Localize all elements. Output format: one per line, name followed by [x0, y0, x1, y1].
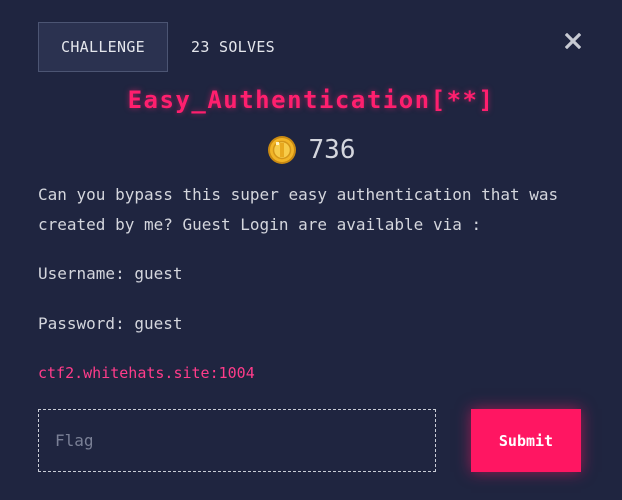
- tab-challenge[interactable]: CHALLENGE: [38, 22, 168, 72]
- challenge-modal: CHALLENGE 23 SOLVES Easy_Authentication[…: [0, 0, 622, 500]
- points-value: 736: [308, 135, 356, 165]
- challenge-link[interactable]: ctf2.whitehats.site:1004: [38, 364, 255, 382]
- challenge-points: 736: [0, 132, 622, 168]
- username-line: Username: guest: [38, 264, 183, 283]
- tab-challenge-label: CHALLENGE: [61, 38, 145, 56]
- password-line: Password: guest: [38, 314, 183, 333]
- close-button[interactable]: [562, 30, 584, 52]
- challenge-description: Can you bypass this super easy authentic…: [38, 180, 588, 240]
- description-line-2: created by me? Guest Login are available…: [38, 215, 482, 234]
- submit-button[interactable]: Submit: [471, 409, 581, 472]
- description-line-1: Can you bypass this super easy authentic…: [38, 185, 559, 204]
- challenge-title: Easy_Authentication[**]: [127, 86, 495, 114]
- tab-solves[interactable]: 23 SOLVES: [191, 22, 275, 72]
- tab-solves-label: 23 SOLVES: [191, 38, 275, 56]
- coin-icon: [267, 136, 296, 164]
- flag-input[interactable]: [38, 409, 436, 472]
- close-icon: [565, 33, 581, 49]
